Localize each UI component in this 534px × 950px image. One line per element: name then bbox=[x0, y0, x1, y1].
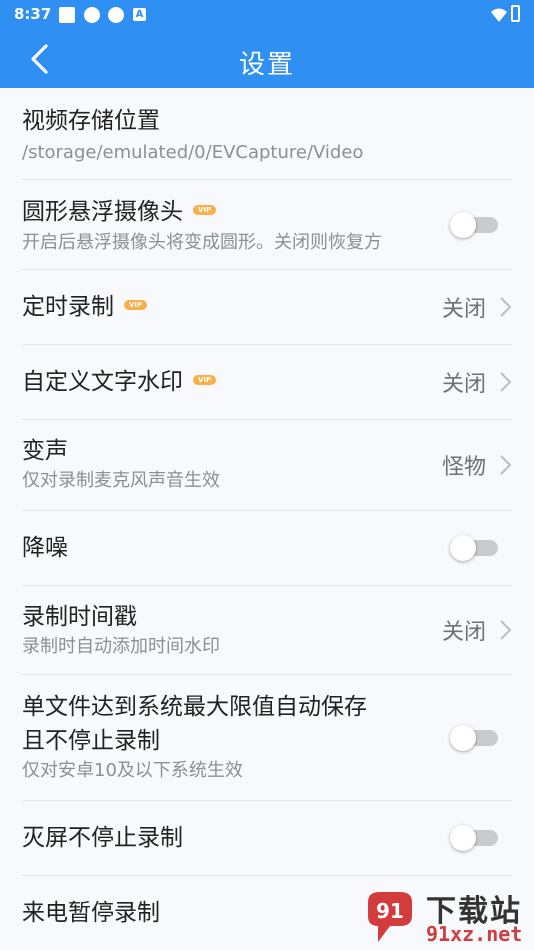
site-watermark: 91 下载站 91xz.net bbox=[360, 884, 530, 948]
svg-text:91: 91 bbox=[376, 899, 404, 923]
setting-value: 关闭 bbox=[441, 620, 486, 645]
setting-auto-save-on-max-size[interactable]: 单文件达到系统最大限值自动保存 且不停止录制 仅对安卓10及以下系统生效 bbox=[22, 675, 512, 801]
notification-square-icon bbox=[59, 7, 75, 23]
chevron-right-icon bbox=[500, 620, 512, 640]
setting-round-floating-camera[interactable]: 圆形悬浮摄像头 VIP 开启后悬浮摄像头将变成圆形。关闭则恢复方 bbox=[22, 180, 512, 270]
toggle-knob bbox=[450, 535, 476, 561]
toggle-knob bbox=[450, 211, 476, 238]
setting-voice-change[interactable]: 变声 仅对录制麦克风声音生效 怪物 bbox=[22, 420, 512, 511]
setting-label: 定时录制 bbox=[22, 294, 114, 320]
watermark-url: 91xz.net bbox=[426, 922, 523, 946]
setting-label: 变声 bbox=[22, 438, 68, 464]
setting-label: 录制时间戳 bbox=[22, 604, 137, 630]
vip-badge: VIP bbox=[193, 374, 217, 385]
setting-value: 怪物 bbox=[441, 455, 486, 480]
watermark-logo-icon: 91 bbox=[368, 892, 412, 942]
setting-noise-reduction[interactable]: 降噪 bbox=[22, 511, 512, 586]
setting-subtitle: 录制时自动添加时间水印 bbox=[22, 636, 220, 657]
setting-subtitle: 仅对录制麦克风声音生效 bbox=[22, 470, 220, 491]
page-title: 设置 bbox=[238, 50, 295, 80]
vip-badge: VIP bbox=[193, 204, 217, 215]
screen-off-toggle[interactable] bbox=[450, 825, 498, 851]
settings-list: 视频存储位置 /storage/emulated/0/EVCapture/Vid… bbox=[0, 88, 534, 950]
setting-storage-location[interactable]: 视频存储位置 /storage/emulated/0/EVCapture/Vid… bbox=[22, 88, 512, 180]
vip-badge: VIP bbox=[124, 299, 148, 310]
setting-timed-recording[interactable]: 定时录制 VIP 关闭 bbox=[22, 270, 512, 345]
setting-label: 圆形悬浮摄像头 bbox=[22, 199, 183, 225]
setting-subtitle: /storage/emulated/0/EVCapture/Video bbox=[22, 142, 364, 163]
setting-custom-text-watermark[interactable]: 自定义文字水印 VIP 关闭 bbox=[22, 345, 512, 420]
battery-icon bbox=[511, 5, 520, 22]
auto-save-toggle[interactable] bbox=[450, 724, 498, 751]
round-camera-toggle[interactable] bbox=[450, 211, 498, 238]
setting-label: 灭屏不停止录制 bbox=[22, 825, 183, 851]
chevron-right-icon bbox=[500, 297, 512, 317]
setting-label: 降噪 bbox=[22, 535, 68, 561]
setting-subtitle: 仅对安卓10及以下系统生效 bbox=[22, 760, 243, 781]
setting-value: 关闭 bbox=[441, 297, 486, 322]
setting-screen-off-recording[interactable]: 灭屏不停止录制 bbox=[22, 801, 512, 876]
chevron-right-icon bbox=[500, 372, 512, 392]
app-bar: 设置 bbox=[0, 30, 534, 88]
noise-reduction-toggle[interactable] bbox=[450, 535, 498, 561]
setting-label: 自定义文字水印 bbox=[22, 369, 183, 395]
toggle-knob bbox=[450, 724, 476, 751]
setting-label-line2: 且不停止录制 bbox=[22, 728, 160, 754]
toggle-knob bbox=[450, 825, 476, 851]
setting-subtitle: 开启后悬浮摄像头将变成圆形。关闭则恢复方 bbox=[22, 232, 382, 253]
setting-value: 关闭 bbox=[441, 372, 486, 397]
wifi-icon bbox=[491, 8, 507, 22]
notification-app-icon bbox=[84, 7, 100, 23]
setting-label-line1: 单文件达到系统最大限值自动保存 bbox=[22, 694, 367, 720]
status-bar: 8:37 A bbox=[0, 0, 534, 30]
notification-app-icon-2 bbox=[108, 7, 124, 23]
notification-a-icon: A bbox=[133, 8, 146, 21]
setting-recording-timestamp[interactable]: 录制时间戳 录制时自动添加时间水印 关闭 bbox=[22, 586, 512, 675]
status-time: 8:37 bbox=[14, 5, 52, 23]
setting-label: 视频存储位置 bbox=[22, 108, 160, 134]
chevron-right-icon bbox=[500, 455, 512, 475]
